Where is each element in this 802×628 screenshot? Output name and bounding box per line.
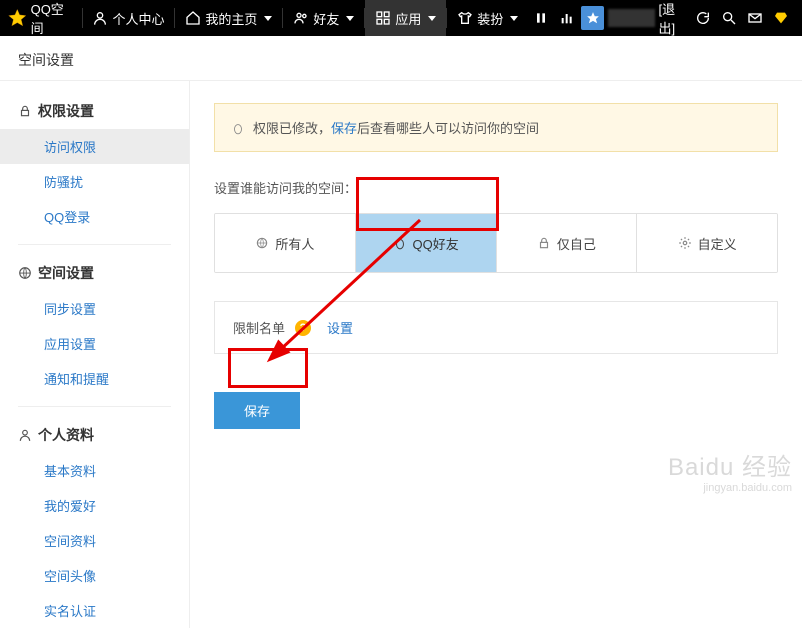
nav-label: 个人中心 xyxy=(112,9,164,28)
nav-label: 应用 xyxy=(395,9,421,28)
logo[interactable]: QQ空间 xyxy=(8,0,74,37)
nav-apps[interactable]: 应用 xyxy=(365,0,446,36)
restrict-label: 限制名单 xyxy=(233,318,285,337)
globe-icon xyxy=(255,236,269,250)
option-label: 所有人 xyxy=(275,234,314,253)
option-label: 仅自己 xyxy=(557,234,596,253)
chevron-down-icon xyxy=(510,16,518,21)
user-icon xyxy=(18,428,32,442)
globe-icon xyxy=(18,266,32,280)
lock-icon xyxy=(18,104,32,118)
notice-text: 后查看哪些人可以访问你的空间 xyxy=(357,121,539,136)
option-custom[interactable]: 自定义 xyxy=(637,214,777,272)
watermark-main: Baidu 经验 xyxy=(668,447,792,482)
option-only-me[interactable]: 仅自己 xyxy=(497,214,638,272)
chevron-down-icon xyxy=(346,16,354,21)
chevron-down-icon xyxy=(264,16,272,21)
penguin-icon xyxy=(393,236,407,250)
notice-bar: 权限已修改，保存后查看哪些人可以访问你的空间 xyxy=(214,103,778,152)
nav-label: 我的主页 xyxy=(205,9,257,28)
sidebar-item-space-profile[interactable]: 空间资料 xyxy=(0,523,189,558)
user-icon xyxy=(92,10,108,26)
sidebar-item-hobbies[interactable]: 我的爱好 xyxy=(0,488,189,523)
apps-icon xyxy=(375,10,391,26)
gear-icon xyxy=(678,236,692,250)
username-blurred xyxy=(608,9,655,27)
sidebar-item-basic-profile[interactable]: 基本资料 xyxy=(0,453,189,488)
option-label: 自定义 xyxy=(698,234,737,253)
main-area: 权限设置 访问权限 防骚扰 QQ登录 空间设置 同步设置 应用设置 通知和提醒 … xyxy=(0,81,802,628)
sidebar-item-app-settings[interactable]: 应用设置 xyxy=(0,326,189,361)
nav-decorate[interactable]: 装扮 xyxy=(447,0,528,36)
page-title: 空间设置 xyxy=(0,36,802,81)
section-label: 设置谁能访问我的空间： xyxy=(214,178,778,197)
sidebar-group-space-settings: 空间设置 xyxy=(0,255,189,291)
penguin-icon xyxy=(231,121,245,135)
tshirt-icon xyxy=(457,10,473,26)
sidebar-group-permission: 权限设置 xyxy=(0,93,189,129)
sidebar-item-sync[interactable]: 同步设置 xyxy=(0,291,189,326)
notice-save-link[interactable]: 保存 xyxy=(331,121,357,136)
sidebar-group-label: 权限设置 xyxy=(38,101,94,121)
save-button[interactable]: 保存 xyxy=(214,392,300,429)
divider xyxy=(18,244,171,245)
nav-label: 装扮 xyxy=(477,9,503,28)
nav-my-homepage[interactable]: 我的主页 xyxy=(175,0,282,36)
sidebar-item-notify[interactable]: 通知和提醒 xyxy=(0,361,189,396)
divider xyxy=(18,406,171,407)
equalizer-icon[interactable] xyxy=(554,4,580,32)
nav-personal-center[interactable]: 个人中心 xyxy=(82,0,174,36)
watermark-sub: jingyan.baidu.com xyxy=(668,482,792,494)
diamond-icon[interactable] xyxy=(768,4,794,32)
nav-friends[interactable]: 好友 xyxy=(283,0,364,36)
logo-text: QQ空间 xyxy=(31,0,74,37)
nav-label: 好友 xyxy=(313,9,339,28)
visibility-options: 所有人 QQ好友 仅自己 自定义 xyxy=(214,213,778,273)
pause-icon[interactable] xyxy=(528,4,554,32)
avatar[interactable] xyxy=(581,6,603,30)
star-icon xyxy=(8,8,27,28)
content-area: 权限已修改，保存后查看哪些人可以访问你的空间 设置谁能访问我的空间： 所有人 Q… xyxy=(190,81,802,628)
sidebar: 权限设置 访问权限 防骚扰 QQ登录 空间设置 同步设置 应用设置 通知和提醒 … xyxy=(0,81,190,628)
search-icon[interactable] xyxy=(716,4,742,32)
option-label: QQ好友 xyxy=(413,234,459,253)
sidebar-item-realname[interactable]: 实名认证 xyxy=(0,593,189,628)
refresh-icon[interactable] xyxy=(690,4,716,32)
friends-icon xyxy=(293,10,309,26)
sidebar-group-label: 个人资料 xyxy=(38,425,94,445)
top-navbar: QQ空间 个人中心 我的主页 好友 应用 装扮 [退出] xyxy=(0,0,802,36)
home-icon xyxy=(185,10,201,26)
mail-icon[interactable] xyxy=(742,4,768,32)
help-icon[interactable]: ? xyxy=(295,320,311,336)
sidebar-item-access-permission[interactable]: 访问权限 xyxy=(0,129,189,164)
sidebar-group-label: 空间设置 xyxy=(38,263,94,283)
lock-icon xyxy=(537,236,551,250)
watermark: Baidu 经验 jingyan.baidu.com xyxy=(668,447,792,494)
sidebar-item-qq-login[interactable]: QQ登录 xyxy=(0,199,189,234)
chevron-down-icon xyxy=(428,16,436,21)
sidebar-item-space-avatar[interactable]: 空间头像 xyxy=(0,558,189,593)
sidebar-item-anti-harass[interactable]: 防骚扰 xyxy=(0,164,189,199)
restrict-config-link[interactable]: 设置 xyxy=(327,318,353,337)
notice-text: 权限已修改， xyxy=(253,121,331,136)
logout-link[interactable]: [退出] xyxy=(659,0,690,37)
option-everyone[interactable]: 所有人 xyxy=(215,214,356,272)
restrict-list-row: 限制名单 ? 设置 xyxy=(214,301,778,354)
sidebar-group-profile: 个人资料 xyxy=(0,417,189,453)
option-qq-friends[interactable]: QQ好友 xyxy=(356,214,497,272)
